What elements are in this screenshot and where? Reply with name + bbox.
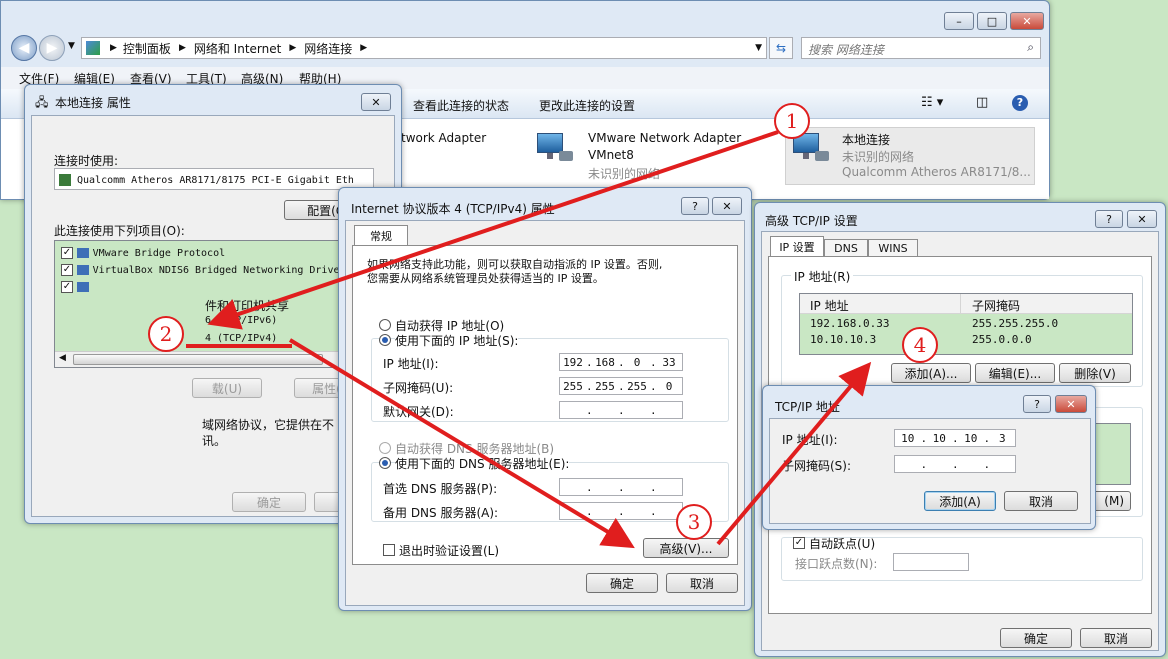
arrow-step-2-to-3 (288, 338, 635, 549)
arrow-step-3-to-4 (716, 361, 872, 546)
arrow-step-1-to-2 (207, 130, 779, 330)
step-3-marker: 3 (676, 504, 712, 540)
step-2-marker: 2 (148, 316, 184, 352)
step-4-marker: 4 (902, 327, 938, 363)
step-1-marker: 1 (774, 103, 810, 139)
